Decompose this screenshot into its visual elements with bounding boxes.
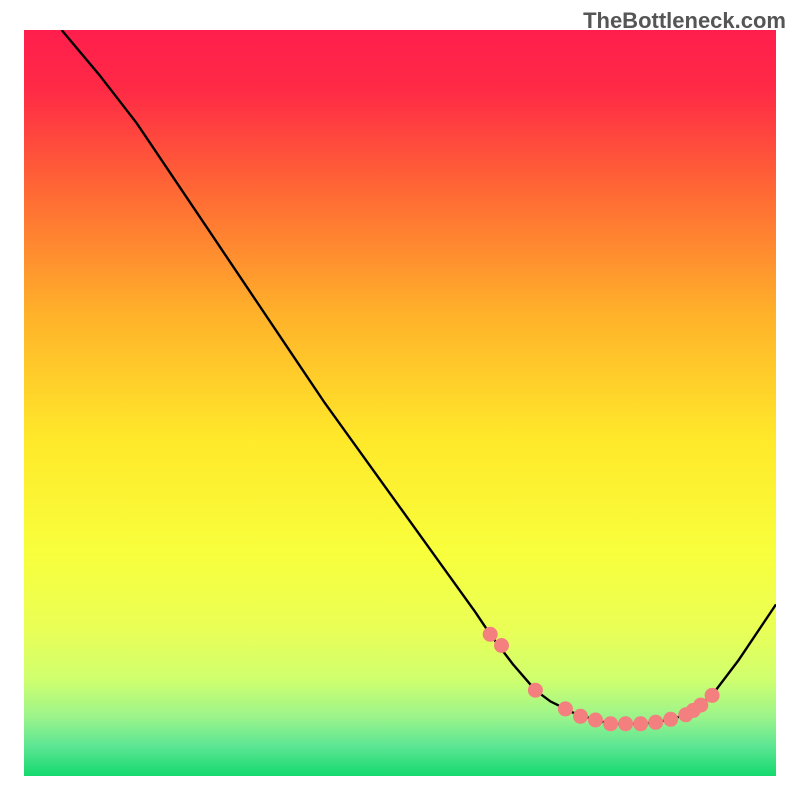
data-marker bbox=[648, 715, 663, 730]
data-marker bbox=[483, 627, 498, 642]
chart-svg bbox=[24, 30, 776, 776]
plot-area bbox=[24, 30, 776, 776]
data-marker bbox=[573, 709, 588, 724]
data-marker bbox=[663, 712, 678, 727]
data-marker bbox=[494, 638, 509, 653]
data-marker bbox=[633, 716, 648, 731]
data-marker bbox=[588, 713, 603, 728]
data-marker bbox=[528, 683, 543, 698]
data-marker bbox=[705, 688, 720, 703]
data-marker bbox=[603, 716, 618, 731]
gradient-background bbox=[24, 30, 776, 776]
watermark-text: TheBottleneck.com bbox=[583, 8, 786, 34]
data-marker bbox=[618, 716, 633, 731]
chart-container: TheBottleneck.com bbox=[0, 0, 800, 800]
data-marker bbox=[693, 698, 708, 713]
data-marker bbox=[558, 701, 573, 716]
